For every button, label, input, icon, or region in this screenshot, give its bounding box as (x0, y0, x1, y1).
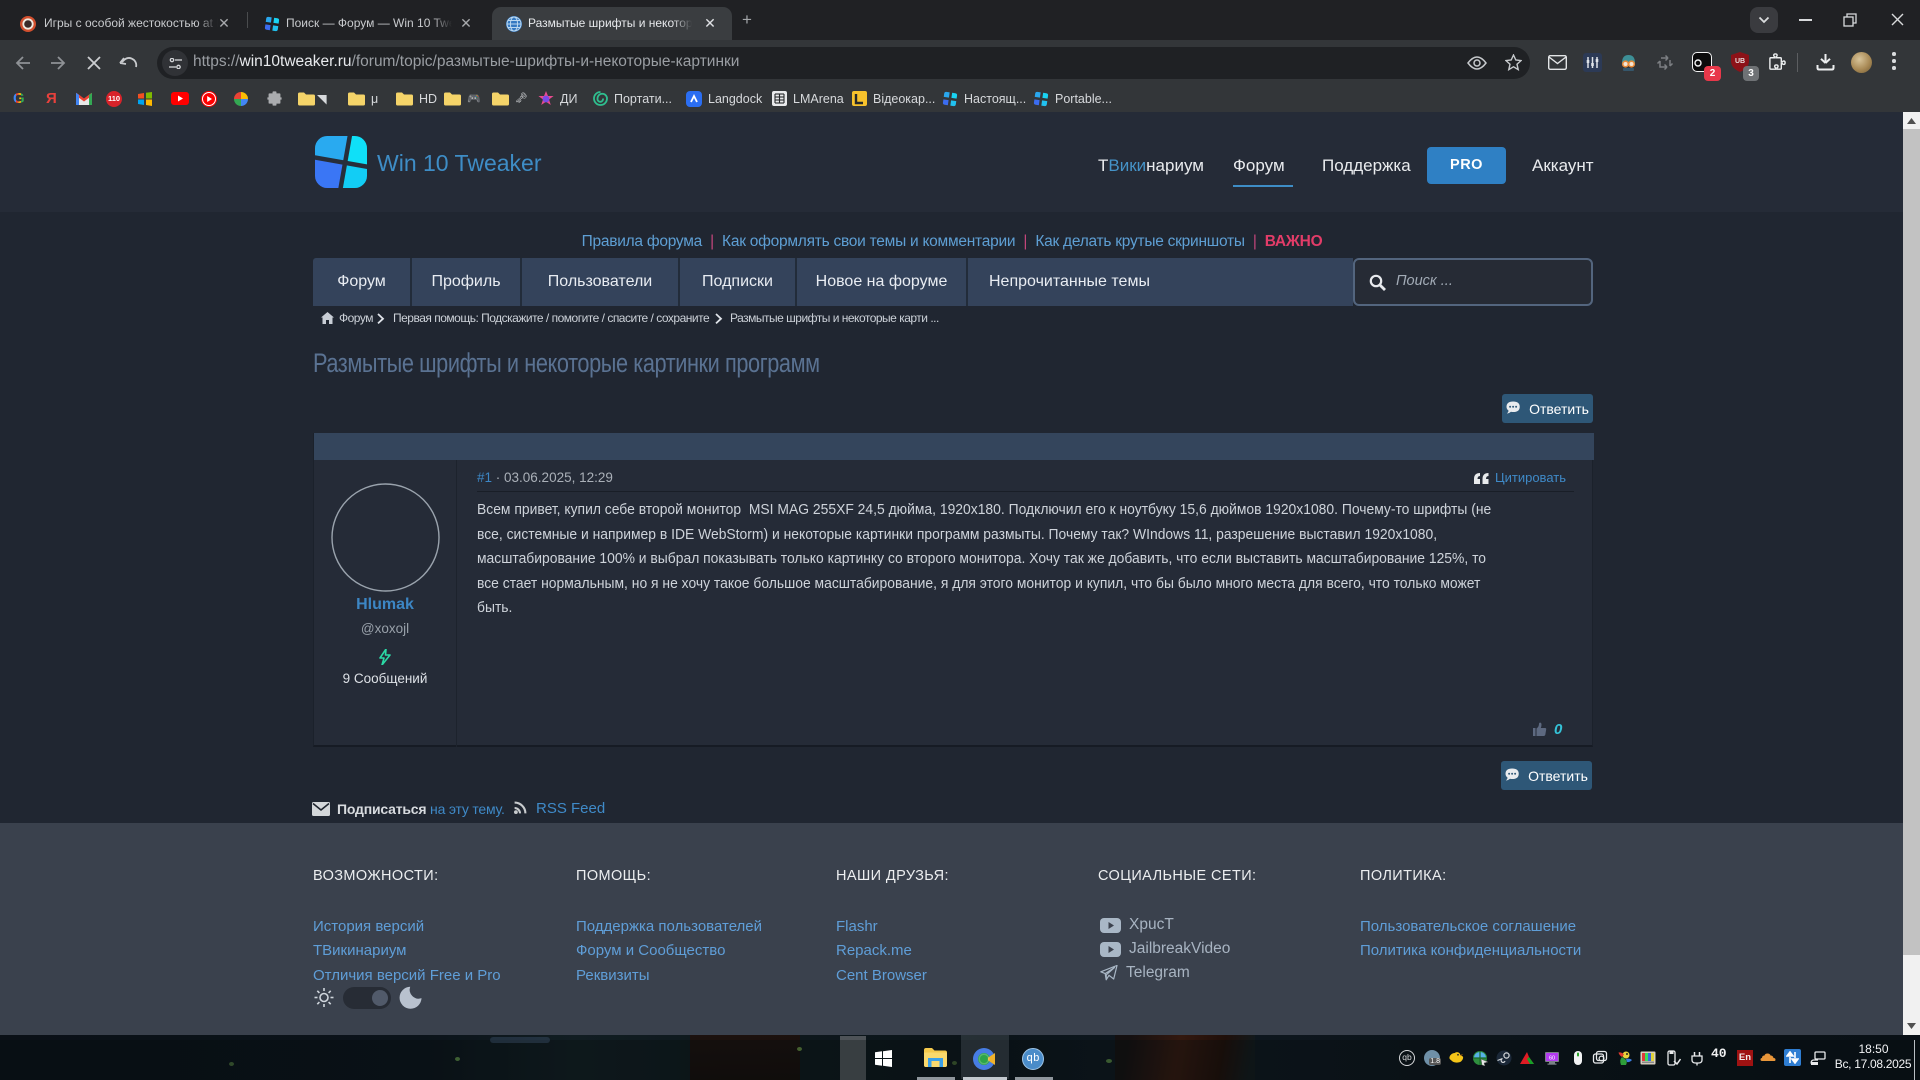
svg-text:UB: UB (1735, 58, 1745, 65)
svg-text:60: 60 (1549, 1056, 1555, 1062)
